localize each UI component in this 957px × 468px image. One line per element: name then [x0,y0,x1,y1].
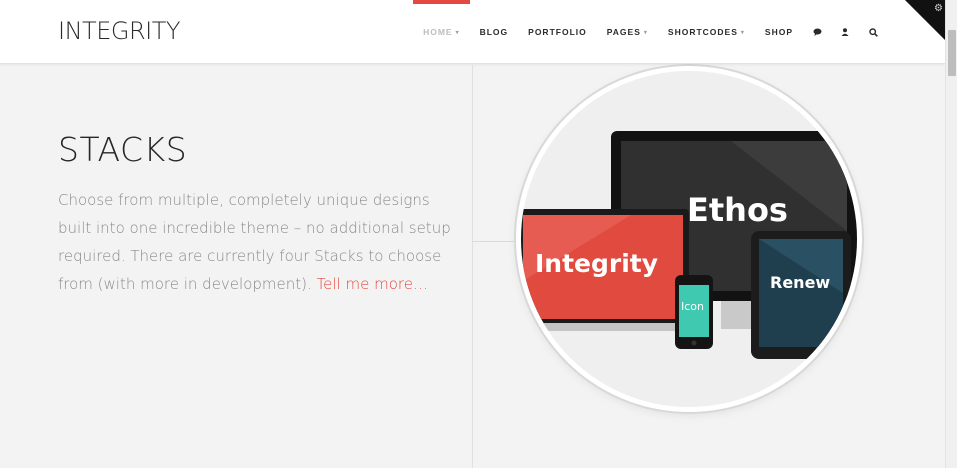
laptop-label: Integrity [535,249,659,278]
main-nav: HOME ▾ BLOG PORTFOLIO PAGES ▾ SHORTCODES ▾ … [413,0,887,64]
site-logo[interactable]: INTEGRITY [58,17,181,45]
nav-portfolio[interactable]: PORTFOLIO [518,0,597,64]
section-description: Choose from multiple, completely unique … [58,186,453,298]
user-icon[interactable] [831,0,859,64]
section-divider [472,65,473,468]
scrollbar-thumb[interactable] [948,30,956,76]
nav-home[interactable]: HOME ▾ [413,0,470,64]
section-title: STACKS [58,130,188,169]
nav-shop-label: SHOP [764,27,793,37]
nav-blog-label: BLOG [479,27,509,37]
gear-icon[interactable]: ⚙ [934,3,943,14]
chevron-down-icon: ▾ [643,29,648,36]
tablet-label: Renew [770,273,831,292]
scrollbar[interactable] [945,0,957,468]
connector-line [472,241,522,242]
nav-portfolio-label: PORTFOLIO [528,27,587,37]
chevron-down-icon: ▾ [455,29,460,36]
chevron-down-icon: ▾ [740,29,745,36]
tell-me-more-link[interactable]: Tell me more… [317,275,428,293]
site-header: INTEGRITY HOME ▾ BLOG PORTFOLIO PAGES ▾ SH… [0,0,945,64]
search-icon[interactable] [859,0,887,64]
nav-shortcodes[interactable]: SHORTCODES ▾ [658,0,755,64]
nav-home-label: HOME [423,27,453,37]
stacks-devices-image: Ethos Integrity Renew Icon [516,66,862,412]
devices-illustration [521,131,857,359]
monitor-label: Ethos [687,191,788,229]
phone-label: Icon [681,300,704,313]
nav-blog[interactable]: BLOG [470,0,519,64]
nav-shop[interactable]: SHOP [755,0,803,64]
nav-shortcodes-label: SHORTCODES [667,27,738,37]
comment-icon[interactable] [803,0,831,64]
nav-pages[interactable]: PAGES ▾ [597,0,658,64]
nav-pages-label: PAGES [606,27,641,37]
